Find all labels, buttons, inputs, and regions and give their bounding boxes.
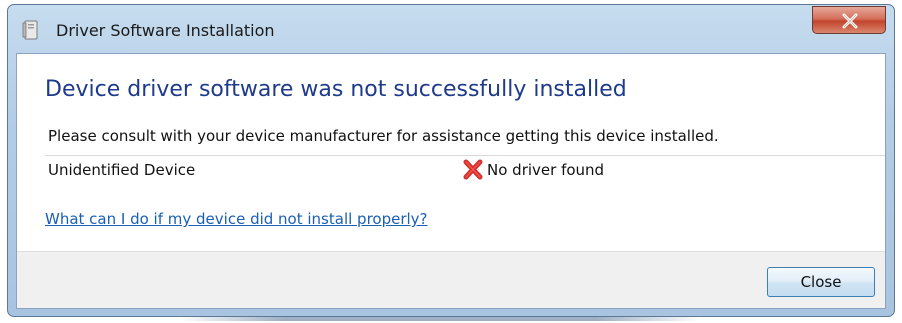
window-close-button[interactable] [812, 6, 886, 34]
dialog-footer: Close [17, 251, 885, 308]
error-x-icon [462, 159, 484, 181]
divider [45, 155, 885, 156]
device-status: No driver found [462, 159, 604, 181]
window-shadow [180, 317, 700, 321]
close-button[interactable]: Close [767, 267, 875, 297]
title-bar[interactable]: Driver Software Installation [8, 5, 894, 53]
instruction-text: Please consult with your device manufact… [48, 127, 719, 145]
help-link[interactable]: What can I do if my device did not insta… [45, 209, 428, 229]
close-x-icon [842, 13, 858, 29]
driver-installation-icon [22, 20, 40, 40]
dialog-content: Device driver software was not successfu… [16, 53, 886, 309]
main-heading: Device driver software was not successfu… [45, 77, 627, 102]
device-name: Unidentified Device [48, 161, 196, 179]
device-status-text: No driver found [487, 161, 605, 179]
dialog-window: Driver Software Installation Device driv… [7, 4, 895, 317]
window-title: Driver Software Installation [56, 21, 275, 40]
